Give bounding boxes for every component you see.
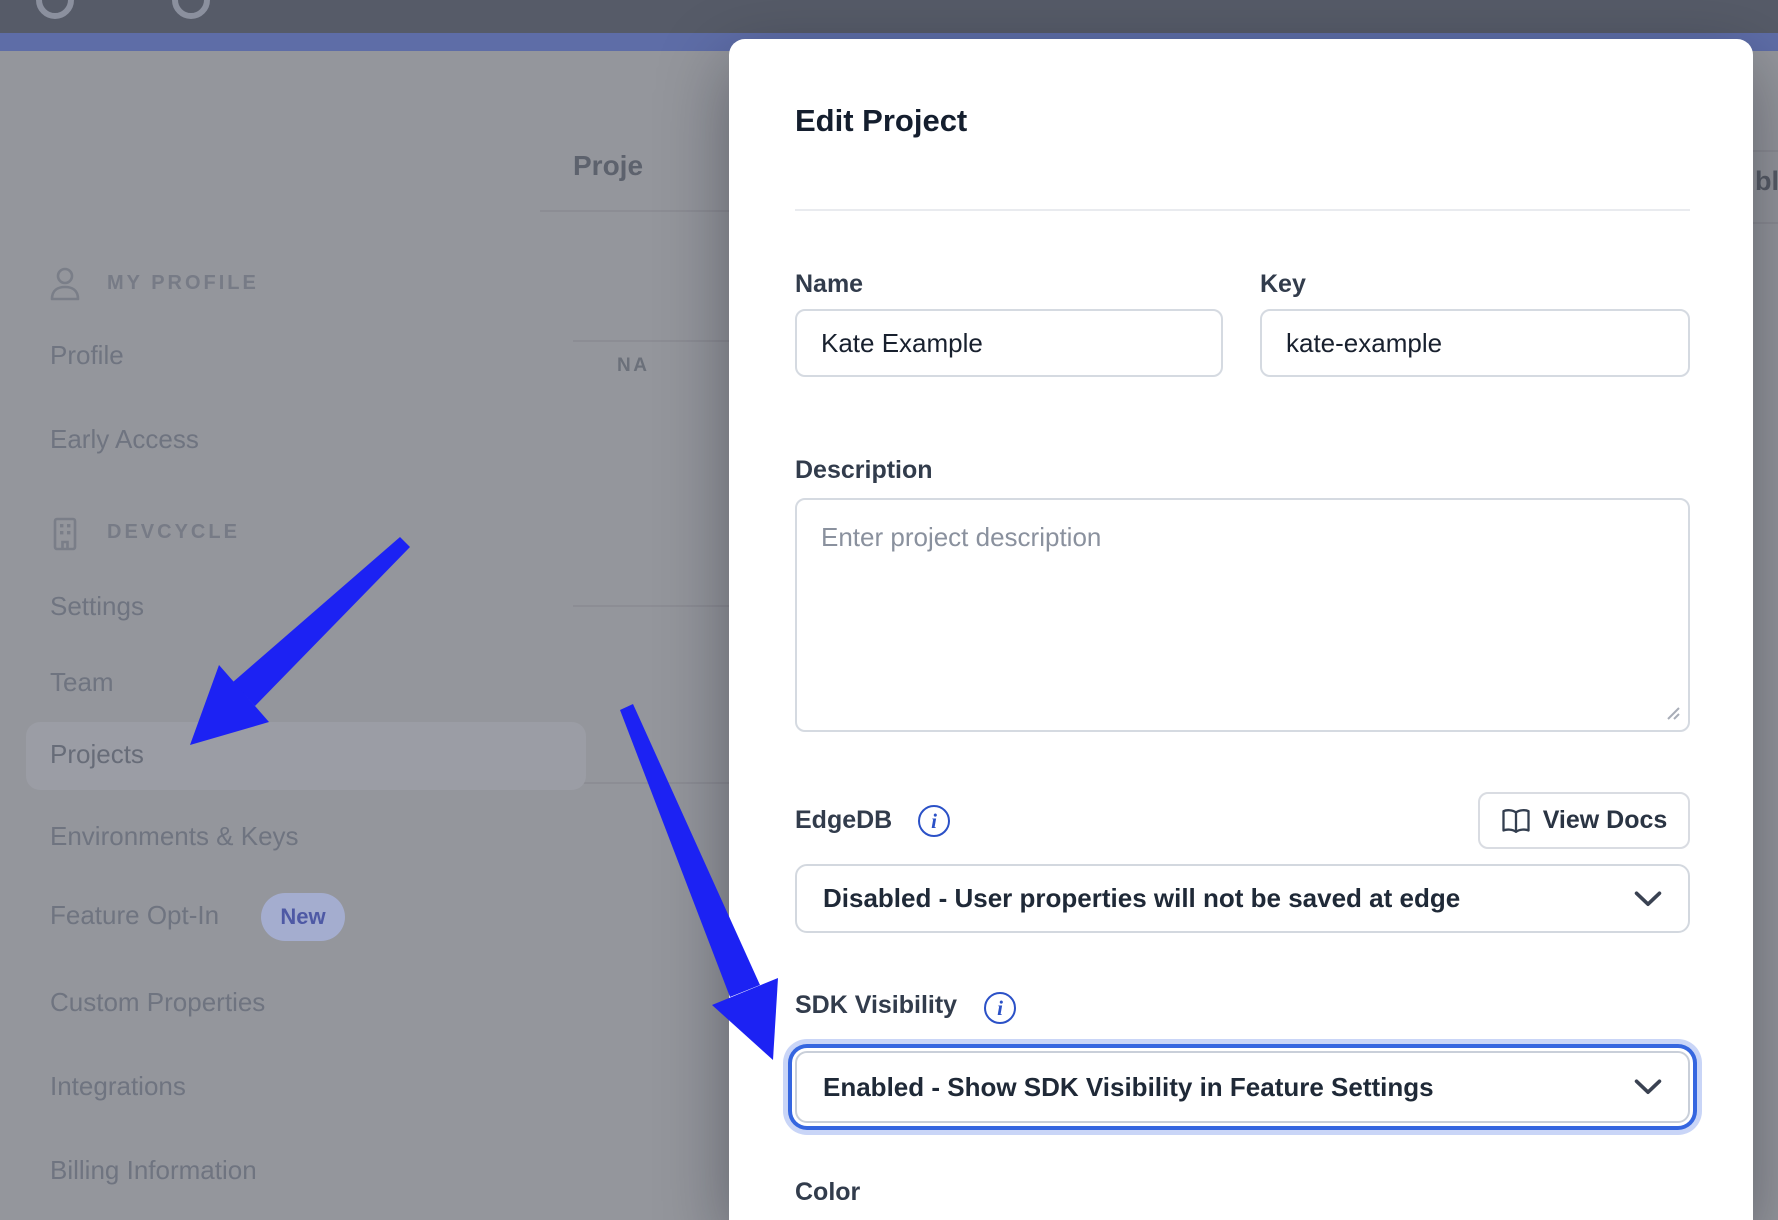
name-label: Name	[795, 270, 863, 299]
sidebar-item-custom-properties[interactable]: Custom Properties	[50, 987, 265, 1021]
project-key-input[interactable]	[1260, 309, 1690, 377]
sidebar-item-profile[interactable]: Profile	[50, 340, 124, 374]
background-table-line	[540, 210, 729, 212]
sidebar-section-devcycle: DEVCYCLE	[107, 521, 240, 551]
background-page-heading: Proje	[573, 150, 729, 190]
sidebar-item-billing-information[interactable]: Billing Information	[50, 1155, 257, 1189]
background-table-column-header: NA	[617, 355, 649, 377]
view-docs-button[interactable]: View Docs	[1478, 792, 1690, 849]
background-table-line	[573, 782, 729, 784]
top-navigation-bar	[0, 0, 1778, 33]
sidebar-item-projects[interactable]: Projects	[50, 739, 144, 773]
edgedb-select[interactable]: Disabled - User properties will not be s…	[795, 864, 1690, 933]
screen: Proje NA ble MY PROFILE Profile Early Ac…	[0, 0, 1778, 1220]
sidebar-item-settings[interactable]: Settings	[50, 591, 144, 625]
background-table-line	[573, 605, 729, 607]
dialog-divider	[795, 209, 1690, 211]
sidebar-item-team[interactable]: Team	[50, 667, 114, 701]
sdk-visibility-label: SDK Visibility	[795, 991, 957, 1020]
clipped-logo-glyph	[36, 0, 74, 19]
clipped-logo-glyph	[172, 0, 210, 19]
edgedb-selected-option: Disabled - User properties will not be s…	[823, 883, 1460, 914]
sdk-visibility-select[interactable]: Enabled - Show SDK Visibility in Feature…	[795, 1051, 1690, 1123]
chevron-down-icon	[1634, 891, 1662, 907]
background-table-line	[1753, 222, 1778, 224]
new-badge: New	[261, 893, 345, 941]
sidebar-item-integrations[interactable]: Integrations	[50, 1071, 186, 1105]
building-icon	[48, 516, 82, 552]
project-description-textarea[interactable]	[795, 498, 1690, 732]
person-icon	[48, 266, 82, 302]
arrow-to-projects-item	[190, 537, 410, 745]
dialog-title: Edit Project	[795, 103, 967, 139]
description-label: Description	[795, 456, 933, 485]
project-name-input[interactable]	[795, 309, 1223, 377]
open-book-icon	[1501, 808, 1531, 834]
sidebar-section-my-profile: MY PROFILE	[107, 272, 259, 302]
key-label: Key	[1260, 270, 1306, 299]
background-clipped-text: ble	[1755, 166, 1778, 197]
view-docs-label: View Docs	[1543, 806, 1668, 835]
sidebar-item-environments-keys[interactable]: Environments & Keys	[50, 821, 299, 855]
color-label: Color	[795, 1178, 860, 1207]
background-table-line	[1753, 150, 1778, 152]
sdk-visibility-selected-option: Enabled - Show SDK Visibility in Feature…	[823, 1072, 1434, 1103]
chevron-down-icon	[1634, 1079, 1662, 1095]
background-table-line	[573, 340, 729, 342]
sidebar-item-early-access[interactable]: Early Access	[50, 424, 199, 458]
edgedb-label: EdgeDB	[795, 806, 892, 835]
edgedb-info-icon[interactable]: i	[918, 805, 950, 837]
textarea-resize-handle[interactable]	[1662, 702, 1682, 722]
sidebar-item-feature-opt-in[interactable]: Feature Opt-In	[50, 900, 219, 934]
sdk-visibility-info-icon[interactable]: i	[984, 992, 1016, 1024]
